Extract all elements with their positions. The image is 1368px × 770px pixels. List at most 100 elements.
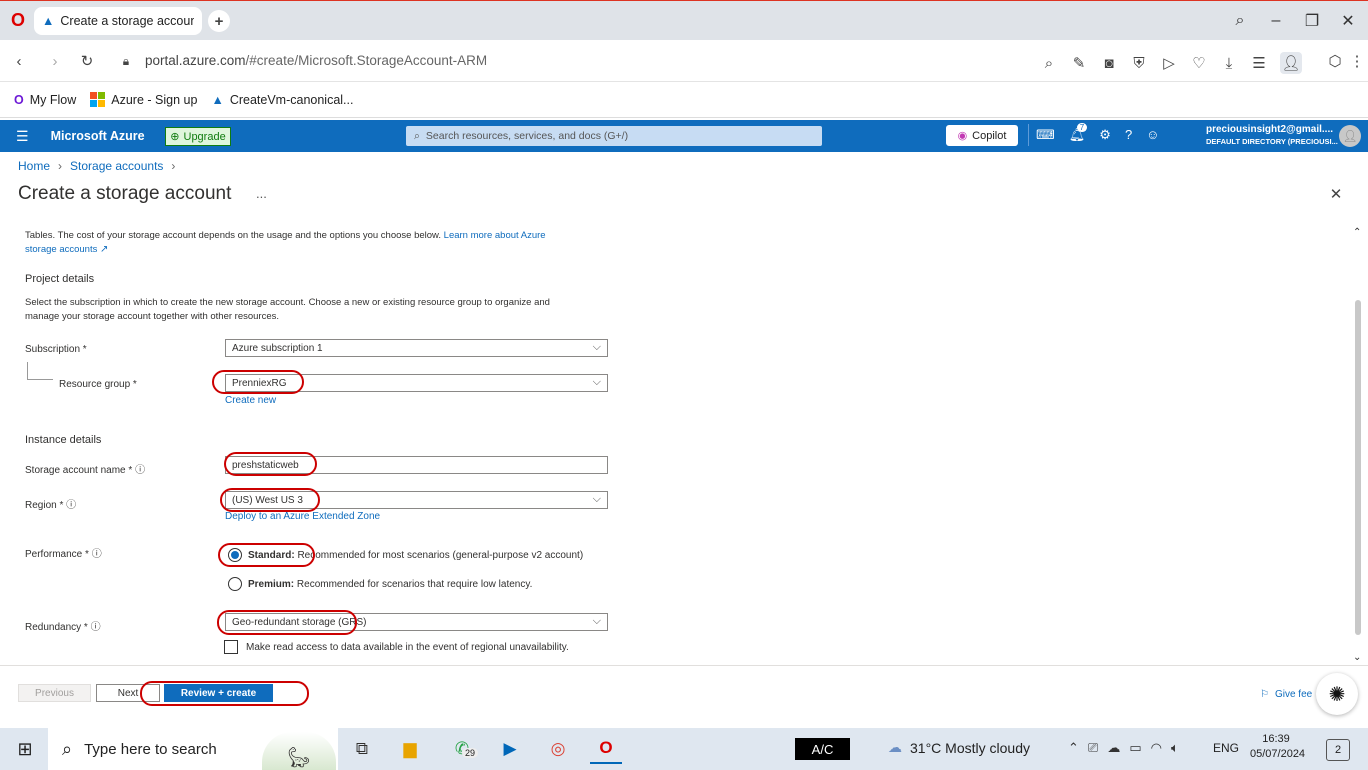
cloud-sync-icon[interactable]: ☁: [1107, 740, 1120, 756]
performance-label-text: Performance *: [25, 549, 89, 560]
notification-center-icon[interactable]: 2: [1326, 739, 1350, 761]
upgrade-button[interactable]: ⊕ Upgrade: [165, 127, 231, 146]
restore-icon[interactable]: ❐: [1300, 9, 1324, 33]
breadcrumb-storage-accounts[interactable]: Storage accounts: [70, 159, 163, 173]
azure-brand[interactable]: Microsoft Azure: [51, 129, 145, 143]
copilot-floating-icon[interactable]: ✺: [1316, 673, 1358, 715]
settings-gear-icon[interactable]: ⚙: [1099, 127, 1111, 143]
read-access-checkbox[interactable]: [224, 640, 238, 654]
bookmarks-bar: O My Flow Azure - Sign up ▲ CreateVm-canon…: [0, 82, 1368, 118]
profile-icon[interactable]: 👤︎: [1280, 52, 1302, 74]
info-icon[interactable]: ⓘ: [91, 622, 101, 633]
chevron-down-icon: ⌵: [592, 493, 601, 505]
azure-icon: ▲: [211, 92, 224, 107]
wifi-icon[interactable]: ◠: [1151, 740, 1162, 756]
download-icon[interactable]: ⤓: [1220, 52, 1238, 74]
create-new-link[interactable]: Create new: [225, 395, 276, 406]
address-toolbar: ⌕ ✎ ◙ ⛨ ▷ ♡ ⤓ ☰ 👤︎: [1040, 52, 1302, 74]
info-icon[interactable]: ⓘ: [135, 465, 145, 476]
copilot-button[interactable]: ◉ Copilot: [946, 125, 1018, 146]
highlight-oval: [218, 543, 315, 567]
copilot-icon: ◉: [957, 130, 968, 142]
scroll-up-icon[interactable]: ⌃: [1353, 227, 1363, 238]
opera-logo-icon[interactable]: O: [8, 10, 28, 30]
camera-icon[interactable]: ◙: [1100, 52, 1118, 74]
whatsapp-badge: 29: [462, 748, 479, 758]
scroll-down-icon[interactable]: ⌄: [1353, 652, 1363, 663]
info-icon[interactable]: ⓘ: [66, 500, 76, 511]
back-icon[interactable]: ‹: [10, 52, 28, 70]
heart-icon[interactable]: ♡: [1190, 52, 1208, 74]
extended-zone-link[interactable]: Deploy to an Azure Extended Zone: [225, 511, 380, 522]
find-icon[interactable]: ⌕: [1040, 52, 1058, 74]
previous-button[interactable]: Previous: [18, 684, 91, 702]
chrome-icon[interactable]: ◎: [542, 734, 574, 764]
task-view-icon[interactable]: ⧉: [346, 734, 378, 764]
performance-premium-option[interactable]: Premium: Recommended for scenarios that …: [228, 577, 532, 591]
reload-icon[interactable]: ↻: [78, 52, 96, 70]
url-text[interactable]: portal.azure.com/#create/Microsoft.Stora…: [145, 53, 487, 68]
feedback-icon[interactable]: ☺: [1146, 127, 1159, 143]
search-icon: ⌕: [62, 738, 73, 759]
chevron-right-icon: ›: [171, 159, 176, 173]
ac-indicator: A/C: [795, 738, 850, 760]
resource-group-label: Resource group *: [59, 379, 137, 390]
bookmark-myflow[interactable]: O My Flow: [14, 93, 76, 107]
opera-taskbar-icon[interactable]: O: [590, 734, 622, 764]
info-icon[interactable]: ⓘ: [92, 549, 102, 560]
edit-icon[interactable]: ✎: [1070, 52, 1088, 74]
clock[interactable]: 16:39 05/07/2024: [1250, 733, 1306, 760]
storage-accounts-link[interactable]: storage accounts: [25, 244, 97, 255]
avatar[interactable]: 👤︎: [1339, 125, 1361, 147]
read-access-option[interactable]: Make read access to data available in th…: [224, 640, 569, 654]
more-icon[interactable]: ⋮: [1350, 52, 1365, 70]
performance-label: Performance * ⓘ: [25, 545, 102, 560]
highlight-oval: [224, 452, 317, 476]
more-options-button[interactable]: ...: [256, 186, 267, 201]
windows-start-icon[interactable]: ⊞: [14, 738, 36, 760]
meet-icon[interactable]: ⎚: [1088, 740, 1098, 756]
battery-icon[interactable]: ▭: [1129, 740, 1141, 756]
premium-radio[interactable]: [228, 577, 242, 591]
new-tab-button[interactable]: +: [208, 10, 230, 32]
media-player-icon[interactable]: ▶: [494, 734, 526, 764]
user-directory: DEFAULT DIRECTORY (PRECIOUSI...: [1206, 137, 1338, 146]
language-indicator[interactable]: ENG: [1213, 741, 1239, 755]
clock-date: 05/07/2024: [1250, 748, 1306, 760]
play-icon[interactable]: ▷: [1160, 52, 1178, 74]
lock-icon[interactable]: 🔒︎: [118, 52, 134, 70]
close-window-icon[interactable]: ✕: [1336, 9, 1360, 33]
azure-search-input[interactable]: ⌕ Search resources, services, and docs (G…: [406, 126, 822, 146]
standard-desc: Recommended for most scenarios (general-…: [297, 549, 584, 561]
account-info[interactable]: preciousinsight2@gmail.... DEFAULT DIREC…: [1206, 124, 1338, 146]
forward-icon[interactable]: ›: [46, 52, 64, 70]
notifications-icon[interactable]: 🔔︎ 7: [1069, 123, 1088, 143]
upgrade-icon: ⊕: [170, 131, 180, 143]
subscription-select[interactable]: Azure subscription 1 ⌵: [225, 339, 608, 357]
tab-title: Create a storage account: [60, 14, 194, 28]
speaker-icon[interactable]: 🔈︎: [1171, 740, 1179, 756]
chevron-down-icon: ⌵: [592, 341, 601, 353]
whatsapp-icon[interactable]: ✆ 29: [446, 734, 479, 764]
search-tabs-icon[interactable]: ⌕: [1228, 9, 1252, 33]
browser-tab[interactable]: ▲ Create a storage account: [34, 7, 202, 35]
extensions-icon[interactable]: ⬡: [1326, 52, 1344, 70]
file-explorer-icon[interactable]: ▆: [394, 734, 426, 764]
cloud-shell-icon[interactable]: ⌨: [1036, 127, 1055, 143]
portal-menu-icon[interactable]: ☰: [16, 128, 29, 145]
learn-more-link[interactable]: Learn more about Azure: [444, 230, 546, 241]
close-blade-icon[interactable]: ✕: [1328, 186, 1344, 203]
url-path: /#create/Microsoft.StorageAccount-ARM: [245, 53, 488, 68]
breadcrumb-home[interactable]: Home: [18, 159, 50, 173]
scrollbar-thumb[interactable]: [1355, 300, 1361, 635]
shield-icon[interactable]: ⛨: [1130, 52, 1148, 74]
user-email: preciousinsight2@gmail....: [1206, 124, 1333, 135]
bookmark-azure-signup[interactable]: Azure - Sign up: [90, 92, 197, 107]
weather-widget[interactable]: ☁ 31°C Mostly cloudy: [888, 739, 1030, 756]
help-icon[interactable]: ?: [1125, 127, 1132, 143]
menu-icon[interactable]: ☰: [1250, 52, 1268, 74]
give-feedback-link[interactable]: ⚐ Give fee: [1260, 689, 1312, 700]
chevron-up-icon[interactable]: ⌃: [1068, 740, 1079, 756]
bookmark-createvm[interactable]: ▲ CreateVm-canonical...: [211, 93, 353, 107]
minimize-icon[interactable]: –: [1264, 9, 1288, 33]
